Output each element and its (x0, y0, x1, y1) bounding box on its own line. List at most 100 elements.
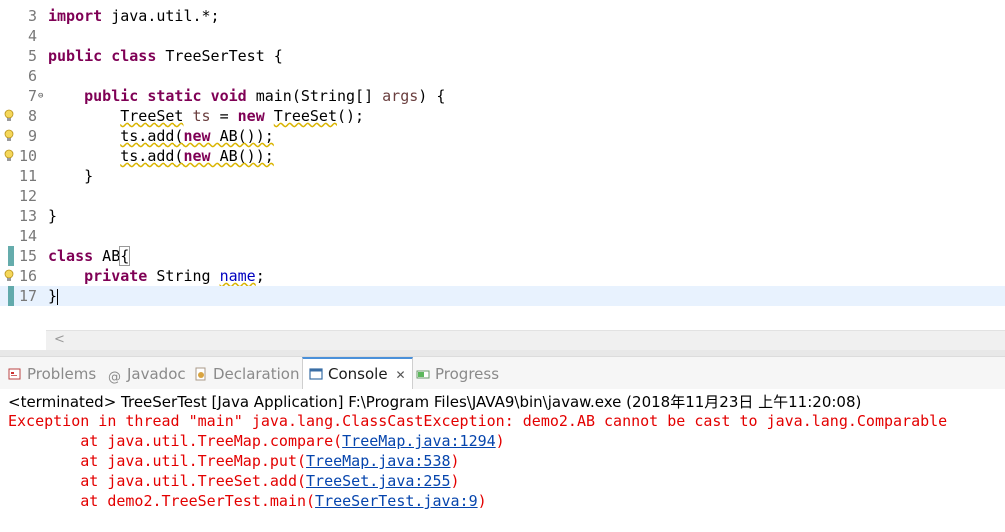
code-line[interactable]: 7 ⊖ public static void main(String[] args… (0, 86, 1005, 106)
tab-console-label: Console (328, 365, 388, 383)
tab-problems[interactable]: Problems (8, 357, 96, 389)
tab-javadoc-label: Javadoc (127, 365, 186, 383)
source-link[interactable]: TreeMap.java:1294 (342, 432, 496, 450)
code-line[interactable]: 6 (0, 66, 1005, 86)
code-token: AB (93, 247, 121, 265)
code-line[interactable]: 17} (0, 286, 1005, 306)
line-number: 5 (27, 47, 37, 65)
code-line[interactable]: 14 (0, 226, 1005, 246)
line-number: 9 (27, 127, 37, 145)
declaration-icon (195, 367, 206, 381)
code-line[interactable]: 12 (0, 186, 1005, 206)
code-token: = (210, 107, 238, 125)
tab-progress-label: Progress (435, 365, 500, 383)
code-token: public (84, 87, 139, 105)
fold-toggle-icon[interactable]: ⊖ (38, 86, 43, 106)
tab-console[interactable]: Console ✕ (302, 357, 413, 390)
code-token: class (111, 47, 157, 65)
code-token: String (147, 267, 220, 285)
stack-frame: at java.util.TreeMap.compare(TreeMap.jav… (8, 431, 504, 451)
code-line[interactable]: 10 ts.add(new AB()); (0, 146, 1005, 166)
code-token: static (147, 87, 202, 105)
code-token: TreeSet (120, 107, 184, 125)
console-icon (309, 368, 323, 380)
scroll-left-arrow-icon[interactable]: < (54, 332, 65, 347)
line-number: 4 (27, 27, 37, 45)
code-token: private (84, 267, 148, 285)
line-number: 17 (18, 287, 37, 305)
code-token: ts.add( (120, 127, 184, 145)
stack-frame-text: at demo2.TreeSerTest.main( (8, 492, 316, 510)
stack-frame: at java.util.TreeSet.add(TreeSet.java:25… (8, 471, 459, 491)
code-line[interactable]: 9 ts.add(new AB()); (0, 126, 1005, 146)
line-number: 12 (18, 187, 37, 205)
code-token: { (119, 246, 131, 266)
code-token: ) { (418, 87, 446, 105)
code-line[interactable]: 11 } (0, 166, 1005, 186)
code-token: TreeSerTest { (156, 47, 283, 65)
code-token: class (48, 247, 94, 265)
code-text[interactable]: } (48, 166, 93, 186)
close-icon[interactable]: ✕ (396, 368, 406, 382)
line-number: 14 (18, 227, 37, 245)
line-number: 10 (18, 147, 37, 165)
bottom-panel-tabs: Problems @ Javadoc Declaration Console ✕ P… (0, 356, 1005, 390)
line-number: 16 (18, 267, 37, 285)
code-line[interactable]: 15 class AB{ (0, 246, 1005, 266)
source-link[interactable]: TreeSet.java:255 (306, 472, 451, 490)
horizontal-scrollbar[interactable]: < (46, 330, 1005, 351)
source-link[interactable]: TreeSerTest.java:9 (315, 492, 478, 510)
code-token: AB()); (210, 147, 274, 165)
code-line[interactable]: 16 private String name; (0, 266, 1005, 286)
problems-icon (8, 368, 21, 380)
code-text[interactable]: } (48, 286, 59, 306)
javadoc-icon: @ (108, 370, 121, 385)
line-number: 11 (18, 167, 37, 185)
console-status: <terminated> TreeSerTest [Java Applicati… (8, 393, 862, 411)
code-token: } (48, 167, 94, 185)
code-text[interactable]: public class TreeSerTest { (48, 46, 283, 66)
code-token: ; (255, 267, 265, 285)
tab-declaration[interactable]: Declaration (194, 357, 299, 389)
code-line[interactable]: 3 import java.util.*; (0, 6, 1005, 26)
code-token: name (219, 267, 256, 285)
code-token: main(String[] (246, 87, 383, 105)
code-token: import (48, 7, 103, 25)
code-text[interactable]: TreeSet ts = new TreeSet(); (48, 106, 364, 126)
tab-javadoc[interactable]: @ Javadoc (108, 357, 186, 389)
code-text[interactable]: ts.add(new AB()); (48, 126, 274, 146)
code-line[interactable]: 5 public class TreeSerTest { (0, 46, 1005, 66)
code-text[interactable]: import java.util.*; (48, 6, 220, 26)
code-token: public (48, 47, 103, 65)
exception-message: Exception in thread "main" java.lang.Cla… (8, 412, 948, 430)
code-line[interactable]: 13} (0, 206, 1005, 226)
code-editor[interactable]: 3 import java.util.*; 4 5 public class TreeS… (0, 0, 1005, 330)
console-output[interactable]: <terminated> TreeSerTest [Java Applicati… (0, 389, 1005, 532)
code-line[interactable]: 8 TreeSet ts = new TreeSet(); (0, 106, 1005, 126)
code-token: AB()); (210, 127, 274, 145)
code-text[interactable]: } (48, 206, 57, 226)
code-token: (); (337, 107, 365, 125)
code-text[interactable]: ts.add(new AB()); (48, 146, 274, 166)
tab-progress[interactable]: Progress (416, 357, 499, 389)
code-text[interactable]: private String name; (48, 266, 265, 286)
code-token: void (210, 87, 247, 105)
source-link[interactable]: TreeMap.java:538 (306, 452, 451, 470)
line-number: 6 (27, 67, 37, 85)
line-number: 8 (27, 107, 37, 125)
stack-frame-text: at java.util.TreeSet.add( (8, 472, 307, 490)
tab-problems-label: Problems (27, 365, 97, 383)
code-token: java.util.*; (102, 7, 220, 25)
code-text[interactable]: public static void main(String[] args) { (48, 86, 445, 106)
code-token: } (48, 207, 58, 225)
code-token: new (183, 147, 211, 165)
code-line[interactable]: 4 (0, 26, 1005, 46)
code-text[interactable]: class AB{ (48, 246, 131, 266)
line-number: 3 (27, 7, 37, 25)
